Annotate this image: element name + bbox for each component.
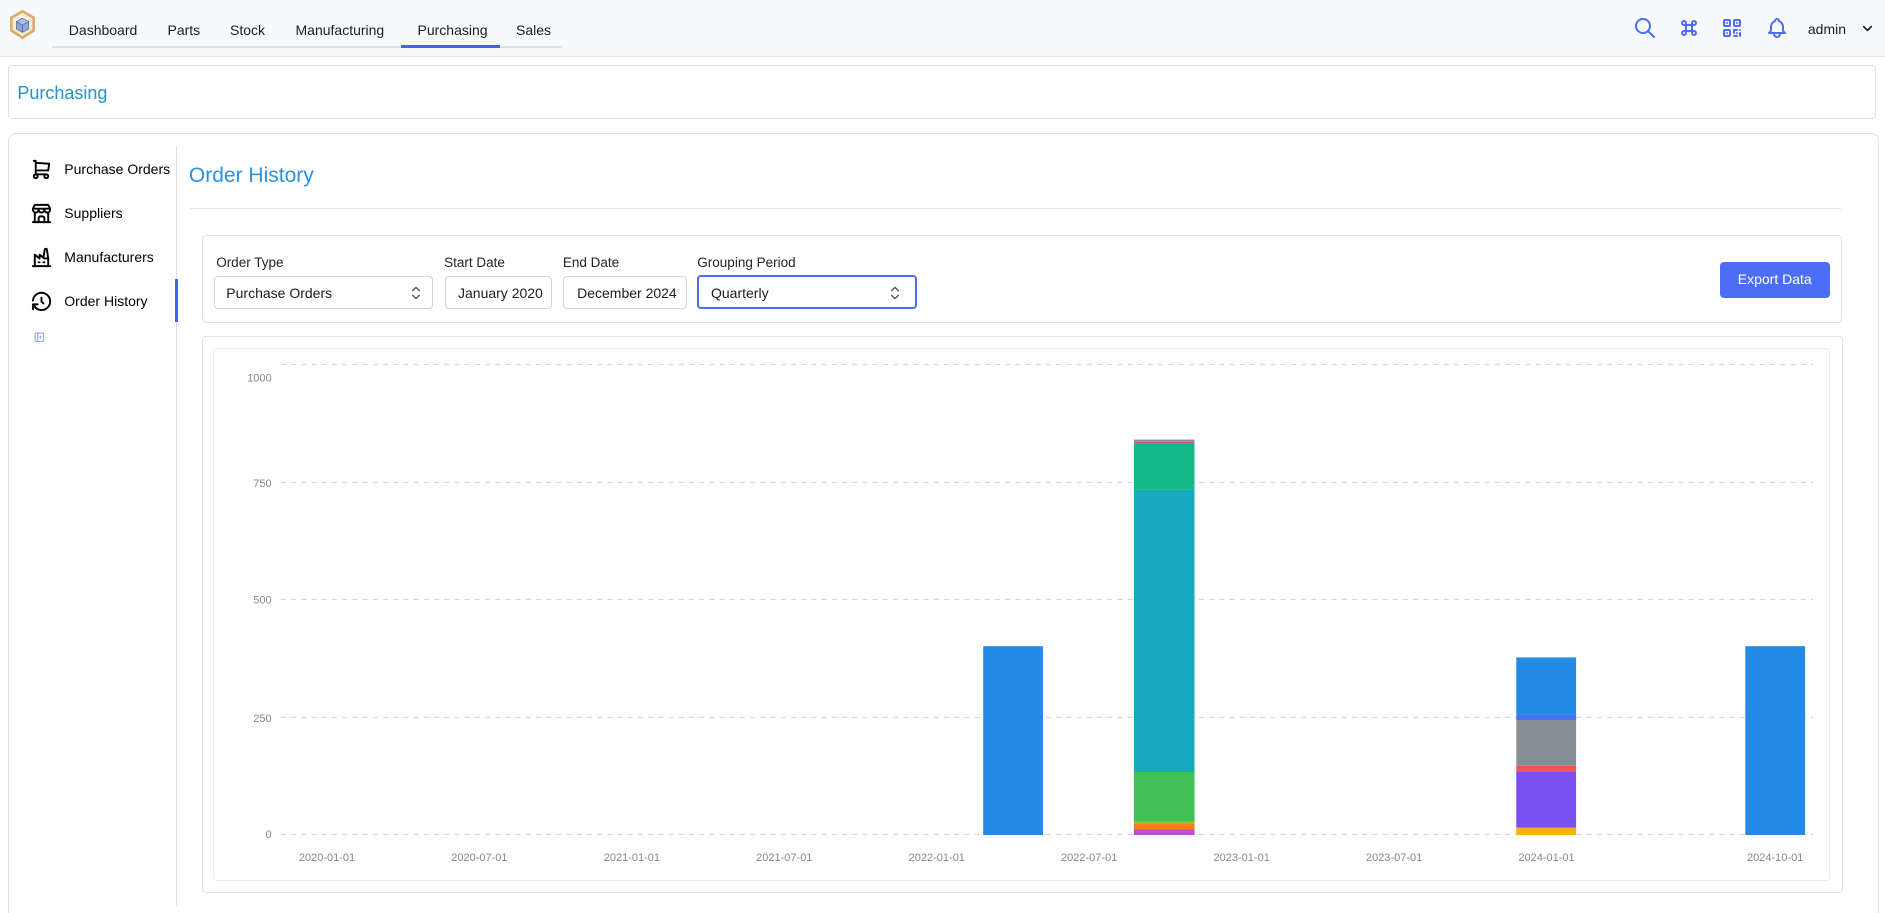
svg-text:2022-07-01: 2022-07-01	[1061, 852, 1117, 864]
svg-text:2024-10-01: 2024-10-01	[1747, 852, 1803, 864]
svg-text:2021-01-01: 2021-01-01	[604, 852, 660, 864]
svg-text:750: 750	[254, 478, 272, 490]
svg-text:2020-01-01: 2020-01-01	[299, 852, 355, 864]
svg-text:2021-07-01: 2021-07-01	[757, 852, 813, 864]
svg-text:2022-01-01: 2022-01-01	[909, 852, 965, 864]
svg-text:500: 500	[254, 595, 272, 607]
svg-text:2020-07-01: 2020-07-01	[452, 852, 508, 864]
svg-text:0: 0	[266, 829, 272, 841]
svg-text:250: 250	[254, 713, 272, 725]
svg-text:1000: 1000	[248, 373, 272, 385]
svg-text:2023-01-01: 2023-01-01	[1214, 852, 1270, 864]
svg-text:2023-07-01: 2023-07-01	[1366, 852, 1422, 864]
svg-text:2024-01-01: 2024-01-01	[1519, 852, 1575, 864]
